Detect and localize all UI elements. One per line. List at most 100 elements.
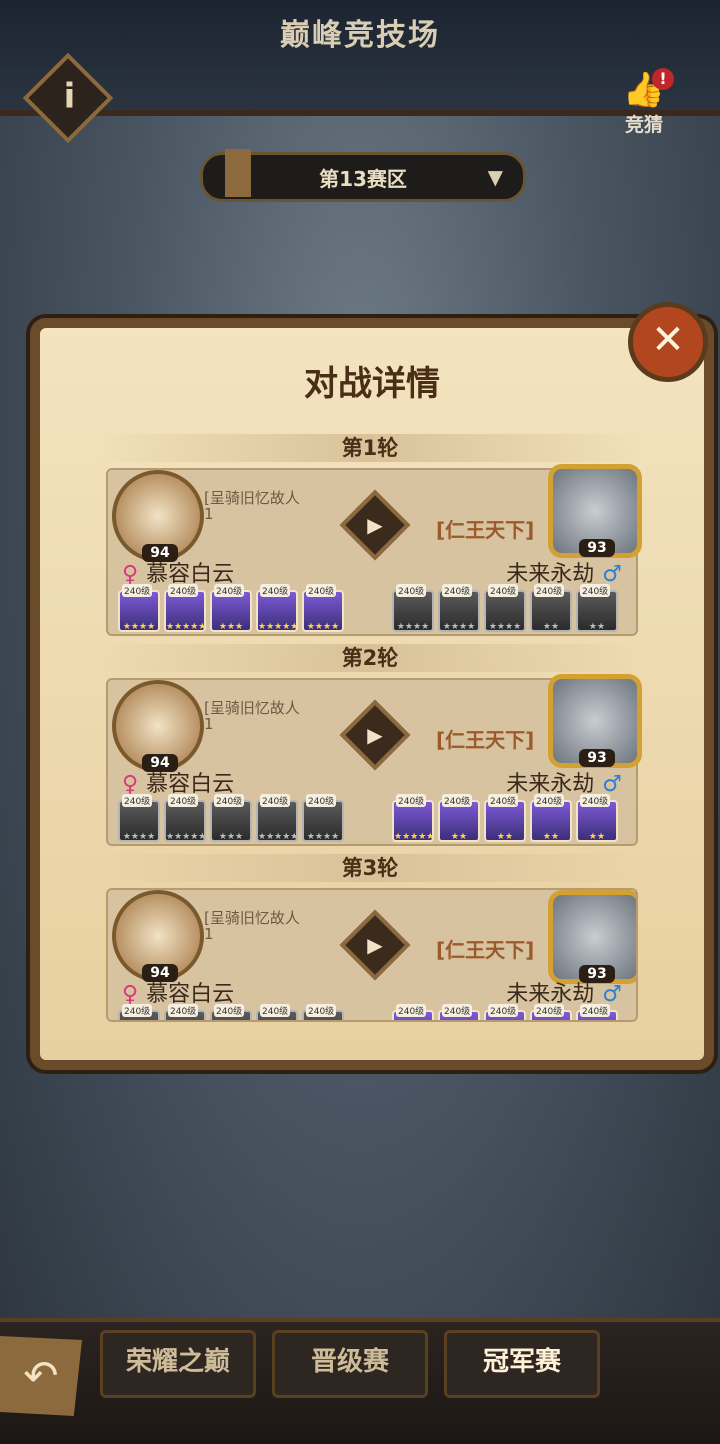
hero-level: 240级: [214, 1004, 245, 1017]
right-record: [仁王天下]: [436, 518, 535, 542]
hero-icon[interactable]: 240级: [164, 1004, 206, 1020]
hero-icon[interactable]: 240级 ★★: [530, 794, 572, 842]
hero-icon[interactable]: 240级 ★★★★: [118, 584, 160, 632]
notification-badge: !: [652, 68, 674, 90]
tab-championship[interactable]: 冠军赛: [444, 1330, 600, 1398]
hero-icon[interactable]: 240级: [484, 1004, 526, 1020]
left-heroes: 240级 ★★★★ 240级 ★★★★★ 240级 ★★★ 240级 ★★★★★ 240…: [118, 794, 358, 842]
right-avatar[interactable]: 93: [548, 890, 636, 984]
hero-icon[interactable]: 240级 ★★★★★: [256, 794, 298, 842]
left-record-sub: 1: [204, 925, 214, 943]
left-record: [呈骑旧忆故人 1: [204, 910, 300, 942]
hero-icon[interactable]: 240级 ★★★★: [438, 584, 480, 632]
hero-icon[interactable]: 240级: [576, 1004, 618, 1020]
hero-level: 240级: [260, 1004, 291, 1017]
hero-stars: ★★★★: [306, 832, 340, 842]
tab-glory-peak[interactable]: 荣耀之巅: [100, 1330, 256, 1398]
hero-icon[interactable]: 240级 ★★★★: [392, 584, 434, 632]
hero-icon[interactable]: 240级 ★★★★: [484, 584, 526, 632]
hero-icon[interactable]: 240级 ★★★★: [302, 584, 344, 632]
panel-title: 对战详情: [304, 364, 440, 404]
hero-stars: ★★★★: [122, 832, 156, 842]
hero-level: 240级: [214, 794, 245, 807]
play-icon: ▶: [367, 723, 383, 747]
left-avatar[interactable]: 94: [112, 470, 204, 562]
hero-level: 240级: [442, 794, 473, 807]
close-button[interactable]: ✕: [628, 302, 708, 382]
left-record: [呈骑旧忆故人 1: [204, 490, 300, 522]
hero-icon[interactable]: 240级 ★★★: [210, 584, 252, 632]
back-arrow-icon: ↶: [23, 1351, 59, 1400]
hero-icon[interactable]: 240级 ★★★★: [118, 794, 160, 842]
hero-level: 240级: [168, 794, 199, 807]
right-heroes: 240级 240级 240级 240级 240级: [392, 1004, 632, 1020]
hero-icon[interactable]: 240级 ★★: [530, 584, 572, 632]
hero-icon[interactable]: 240级 ★★: [576, 584, 618, 632]
left-heroes: 240级 240级 240级 240级 240级: [118, 1004, 358, 1020]
zone-label: 第13赛区: [319, 167, 407, 191]
hero-icon[interactable]: 240级 ★★: [576, 794, 618, 842]
hero-stars: ★★★★: [122, 622, 156, 632]
hero-stars: ★★★★: [396, 622, 430, 632]
hero-stars: ★★★: [218, 832, 244, 842]
hero-icon[interactable]: 240级 ★★★★★: [164, 584, 206, 632]
left-record-name: [呈骑旧忆故人: [204, 489, 300, 507]
hero-icon[interactable]: 240级: [118, 1004, 160, 1020]
round-3-label: 第3轮: [100, 854, 640, 882]
hero-icon[interactable]: 240级: [302, 1004, 344, 1020]
left-record-name: [呈骑旧忆故人: [204, 699, 300, 717]
hero-icon[interactable]: 240级 ★★★: [210, 794, 252, 842]
round-3-card: 94 [呈骑旧忆故人 1 ▶ [仁王天下] 93 ♀ 慕容白云 未来永劫 ♂ 240级…: [106, 888, 638, 1022]
hero-icon[interactable]: 240级 ★★: [484, 794, 526, 842]
zone-select[interactable]: 第13赛区 ▼: [200, 149, 526, 202]
round-2-card: 94 [呈骑旧忆故人 1 ▶ [仁王天下] 93 ♀ 慕容白云 未来永劫 ♂ 240级…: [106, 674, 642, 846]
hero-level: 240级: [306, 1004, 337, 1017]
back-button[interactable]: ↶: [0, 1336, 82, 1416]
hero-stars: ★★★★: [488, 622, 522, 632]
hero-level: 240级: [122, 1004, 153, 1017]
hero-level: 240级: [396, 794, 427, 807]
hero-level: 240级: [122, 584, 153, 597]
left-heroes: 240级 ★★★★ 240级 ★★★★★ 240级 ★★★ 240级 ★★★★★ 240…: [118, 584, 358, 632]
hero-icon[interactable]: 240级: [530, 1004, 572, 1020]
left-avatar[interactable]: 94: [112, 680, 204, 772]
hero-icon[interactable]: 240级: [392, 1004, 434, 1020]
hero-level: 240级: [534, 1004, 565, 1017]
hero-icon[interactable]: 240级 ★★★★★: [392, 794, 435, 842]
tab-promotion[interactable]: 晋级赛: [272, 1330, 428, 1398]
hero-icon[interactable]: 240级: [256, 1004, 298, 1020]
hero-level: 240级: [580, 584, 611, 597]
hero-level: 240级: [306, 584, 337, 597]
left-record-sub: 1: [204, 505, 214, 523]
hero-icon[interactable]: 240级 ★★★★★: [164, 794, 206, 842]
right-heroes: 240级 ★★★★★ 240级 ★★ 240级 ★★ 240级 ★★ 240级 ★★: [392, 794, 632, 842]
hero-icon[interactable]: 240级: [210, 1004, 252, 1020]
right-record: [仁王天下]: [436, 938, 535, 962]
hero-icon[interactable]: 240级 ★★: [438, 794, 480, 842]
chevron-down-icon: ▼: [487, 165, 503, 189]
hero-stars: ★★★★★: [394, 832, 435, 842]
left-record: [呈骑旧忆故人 1: [204, 700, 300, 732]
hero-level: 240级: [442, 584, 473, 597]
close-icon: ✕: [651, 317, 685, 363]
right-avatar[interactable]: 93: [548, 464, 642, 558]
right-level: 93: [579, 539, 615, 557]
hero-level: 240级: [534, 794, 565, 807]
hero-stars: ★★★: [218, 622, 244, 632]
guess-button[interactable]: 👍 ! 竞猜: [612, 68, 676, 138]
hero-level: 240级: [396, 584, 427, 597]
right-avatar[interactable]: 93: [548, 674, 642, 768]
hero-icon[interactable]: 240级: [438, 1004, 480, 1020]
hero-level: 240级: [488, 584, 519, 597]
play-replay-button[interactable]: ▶: [339, 909, 411, 981]
hero-icon[interactable]: 240级 ★★★★★: [256, 584, 298, 632]
play-replay-button[interactable]: ▶: [339, 699, 411, 771]
left-avatar[interactable]: 94: [112, 890, 204, 982]
play-replay-button[interactable]: ▶: [339, 489, 411, 561]
hero-icon[interactable]: 240级 ★★★★: [302, 794, 344, 842]
hero-level: 240级: [488, 1004, 519, 1017]
hero-level: 240级: [580, 1004, 611, 1017]
round-2-label: 第2轮: [100, 644, 640, 672]
hero-stars: ★★: [542, 622, 560, 632]
hero-stars: ★★: [450, 832, 468, 842]
